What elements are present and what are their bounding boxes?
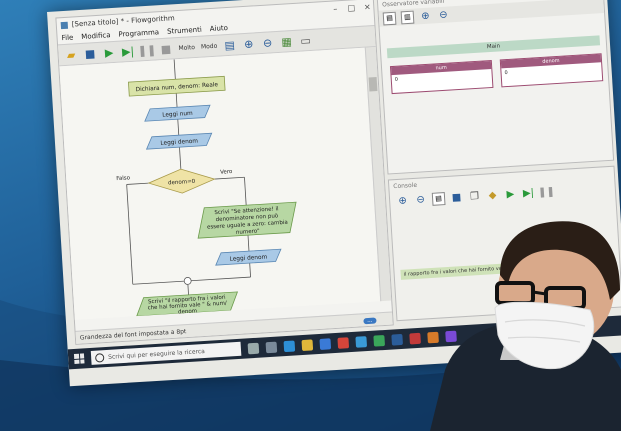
zoom-in-icon[interactable]: ⊕	[396, 194, 410, 208]
false-label: Falso	[116, 175, 131, 182]
stop-icon[interactable]: ■	[159, 42, 173, 56]
variables-icon[interactable]: ▤	[223, 38, 237, 52]
layout-icon[interactable]: ▤	[431, 191, 446, 206]
variable-num: num 0	[389, 59, 494, 95]
copy-icon[interactable]: ❐	[468, 189, 482, 203]
mode-label[interactable]: Modo	[201, 42, 218, 50]
flowgorithm-main-window: [Senza titolo] * - Flowgorithm – □ × Fil…	[55, 0, 394, 345]
app-icon-purple[interactable]	[445, 330, 457, 342]
cortana-icon	[94, 352, 105, 363]
task-view-icon[interactable]	[265, 341, 278, 353]
projected-screen: [Senza titolo] * - Flowgorithm – □ × Fil…	[47, 0, 621, 387]
taskbar-search[interactable]: Scrivi qui per eseguire la ricerca	[90, 341, 242, 365]
step-icon[interactable]: ▶|	[121, 44, 135, 58]
file-explorer-icon[interactable]	[301, 338, 314, 351]
flowchart: Dichiara num, denom: Reale Leggi num Leg…	[116, 59, 297, 317]
save-icon[interactable]: ■	[450, 190, 464, 204]
zoom-out-icon[interactable]: ⊖	[437, 8, 451, 22]
chart-icon[interactable]: ▦	[280, 35, 294, 49]
console-window: Console ⊕ ⊖ ▤ ■ ❐ ◆ ▶ ▶| ❚❚ il rapporto …	[387, 165, 621, 322]
store-icon[interactable]	[319, 337, 332, 350]
open-folder-icon[interactable]: ▰	[64, 48, 78, 62]
app-icon-orange[interactable]	[427, 331, 439, 343]
mail-icon[interactable]	[355, 335, 368, 348]
zoom-out-icon[interactable]: ⊖	[414, 193, 428, 207]
flowchart-canvas[interactable]: Dichiara num, denom: Reale Leggi num Leg…	[59, 47, 381, 320]
menu-strumenti[interactable]: Strumenti	[167, 26, 202, 36]
minimize-button[interactable]: –	[329, 4, 342, 14]
microphone-icon[interactable]	[247, 342, 260, 354]
layout-icon[interactable]: ▤	[382, 11, 397, 25]
menu-modifica[interactable]: Modifica	[81, 31, 111, 41]
maximize-button[interactable]: □	[345, 3, 358, 13]
variable-denom: denom 0	[499, 53, 604, 88]
menu-file[interactable]: File	[61, 33, 73, 42]
console-output-line: il rapporto fra i valori che hai fornito…	[400, 261, 541, 280]
loop-junction	[183, 277, 192, 285]
speed-label[interactable]: Molto	[178, 44, 195, 52]
start-icon[interactable]	[73, 353, 85, 364]
console-icon[interactable]: ▭	[299, 33, 313, 47]
scrollbar-thumb[interactable]	[368, 77, 378, 92]
zoom-out-icon[interactable]: ⊖	[261, 36, 275, 50]
list-icon[interactable]: ▥	[400, 10, 415, 24]
status-text: Grandezza del font impostata a 8pt	[79, 327, 187, 342]
close-button[interactable]: ×	[361, 2, 374, 12]
taskbar-search-placeholder: Scrivi qui per eseguire la ricerca	[107, 347, 206, 361]
chrome-icon[interactable]	[337, 336, 350, 349]
save-icon[interactable]: ■	[83, 47, 97, 61]
zoom-badge[interactable]: ...	[363, 317, 377, 325]
true-label: Vero	[220, 169, 233, 176]
menu-programma[interactable]: Programma	[118, 28, 159, 38]
run-icon[interactable]: ▶	[504, 187, 518, 201]
app-icon-red[interactable]	[409, 332, 421, 344]
run-icon[interactable]: ▶	[102, 45, 116, 59]
edge-icon[interactable]	[283, 340, 296, 352]
paste-icon[interactable]: ◆	[486, 188, 500, 202]
zoom-in-icon[interactable]: ⊕	[419, 9, 433, 23]
app-icon-green[interactable]	[373, 334, 385, 347]
variables-window: Osservatore variabili ▤ ▥ ⊕ ⊖ Main num 0…	[376, 0, 615, 175]
app-icon-blue[interactable]	[391, 333, 403, 346]
zoom-in-icon[interactable]: ⊕	[242, 37, 256, 51]
app-icon	[60, 21, 69, 29]
step-icon[interactable]: ▶|	[522, 186, 536, 200]
menu-aiuto[interactable]: Aiuto	[210, 24, 229, 33]
pause-icon[interactable]: ❚❚	[538, 185, 555, 199]
output-result-line-3: denom	[178, 308, 197, 315]
pause-icon[interactable]: ❚❚	[137, 43, 156, 57]
